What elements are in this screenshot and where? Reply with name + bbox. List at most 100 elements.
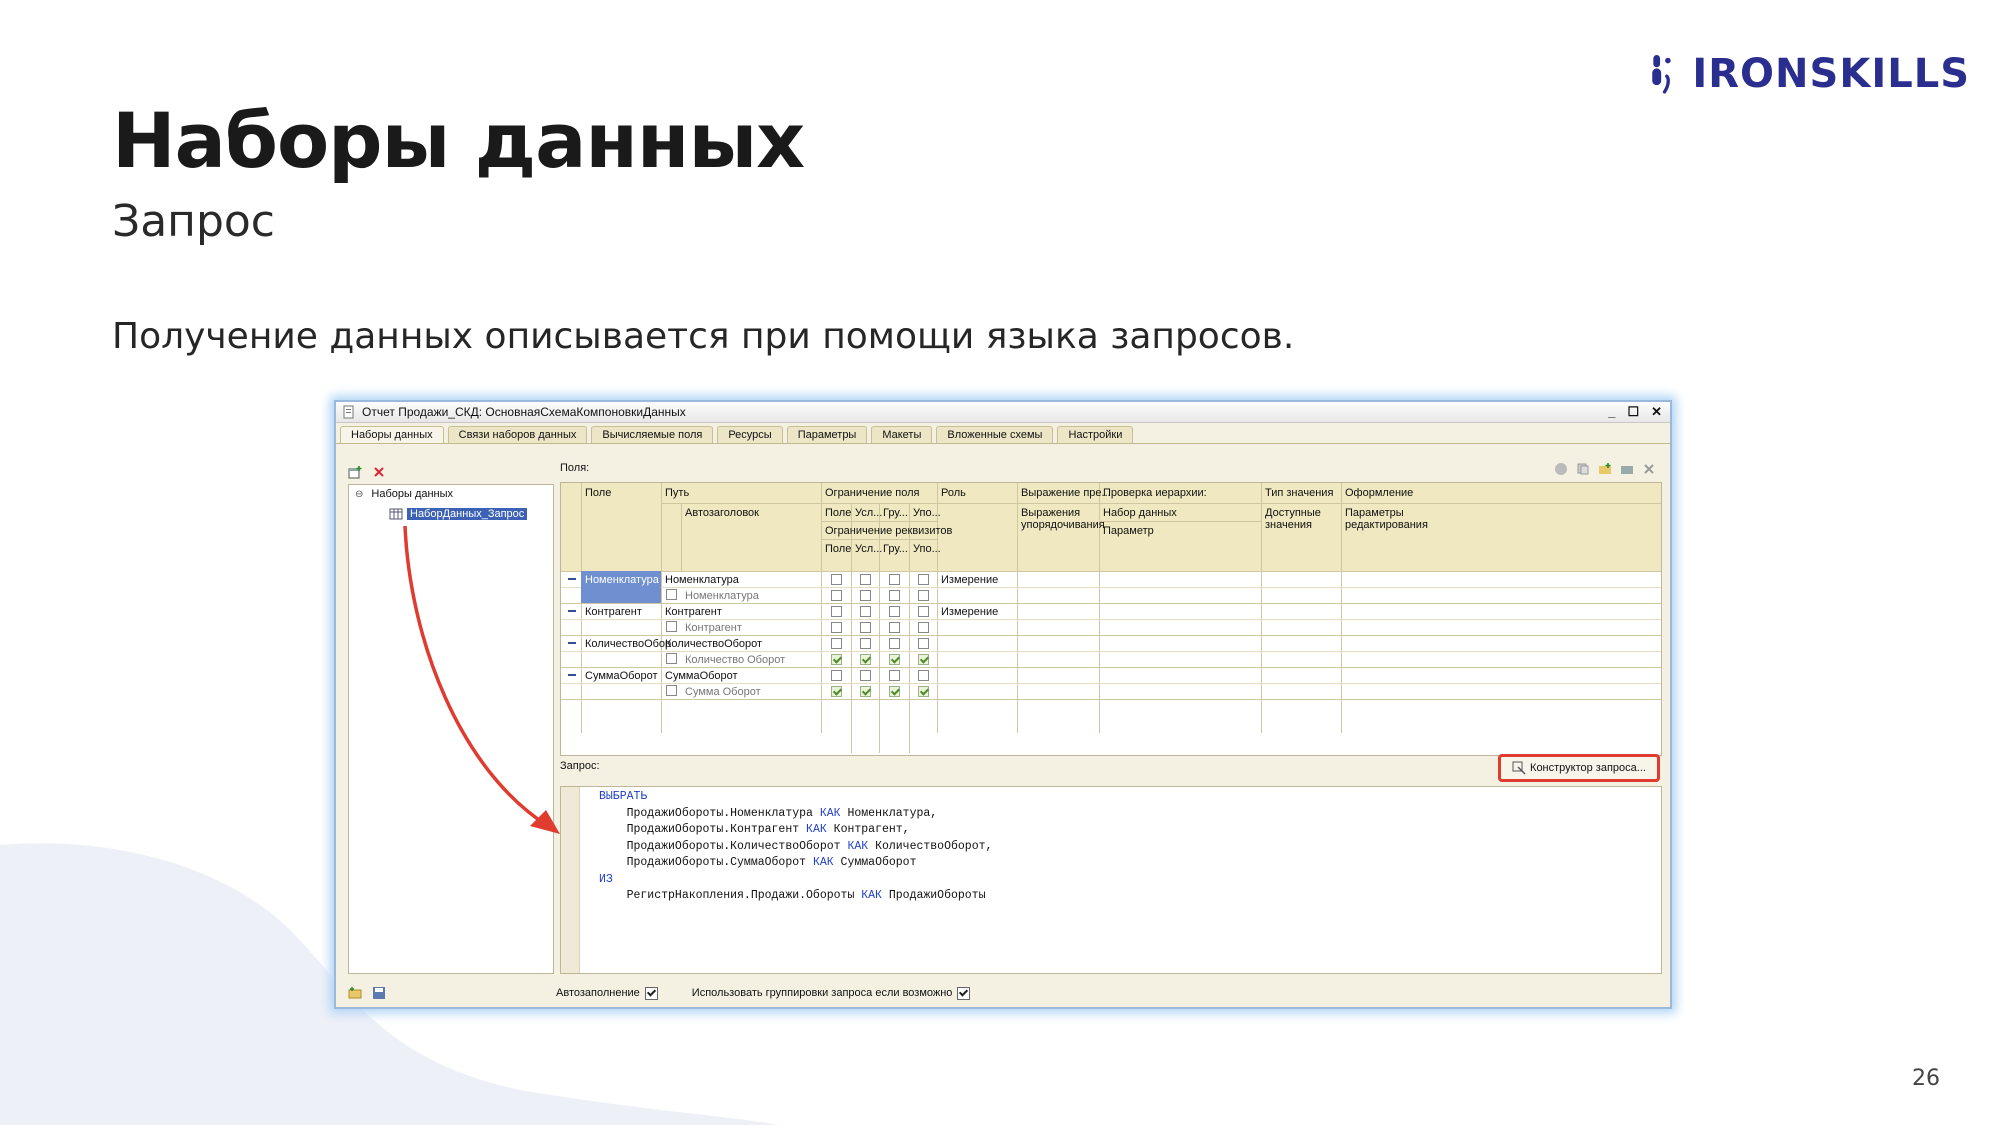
- restrict-cond-checkbox[interactable]: [860, 638, 871, 649]
- restrict-order-checkbox[interactable]: [918, 670, 929, 681]
- save-icon[interactable]: [372, 986, 386, 1000]
- tab-parameters[interactable]: Параметры: [786, 426, 868, 443]
- attr-group-checkbox[interactable]: [889, 686, 900, 697]
- autotitle-checkbox[interactable]: [666, 653, 677, 664]
- tree-root[interactable]: ⊖ Наборы данных: [349, 485, 553, 503]
- minimize-button[interactable]: _: [1608, 404, 1615, 420]
- restrict-group-checkbox[interactable]: [889, 606, 900, 617]
- tree-item-label: НаборДанных_Запрос: [407, 508, 528, 520]
- query-line: ИЗ: [599, 872, 992, 889]
- attr-cond-checkbox[interactable]: [860, 622, 871, 633]
- add-icon[interactable]: [1554, 462, 1568, 476]
- row-title[interactable]: Контрагент: [685, 622, 742, 634]
- row-title[interactable]: Сумма Оборот: [685, 686, 761, 698]
- restrict-group-checkbox[interactable]: [889, 638, 900, 649]
- tab-nested-schemas[interactable]: Вложенные схемы: [936, 426, 1054, 443]
- row-title[interactable]: Номенклатура: [685, 590, 759, 602]
- autotitle-checkbox[interactable]: [666, 685, 677, 696]
- query-line: ВЫБРАТЬ: [599, 789, 992, 806]
- query-text: ПродажиОбороты.СуммаОборот: [599, 856, 813, 869]
- tree-item-query-dataset[interactable]: НаборДанных_Запрос: [349, 505, 553, 523]
- attr-cond-checkbox[interactable]: [860, 686, 871, 697]
- add-folder-icon[interactable]: [1598, 462, 1612, 476]
- collapse-row-icon[interactable]: [568, 610, 576, 612]
- row-title[interactable]: Количество Оборот: [685, 654, 785, 666]
- attr-order-checkbox[interactable]: [918, 590, 929, 601]
- restrict-cond-checkbox[interactable]: [860, 574, 871, 585]
- restrict-order-checkbox[interactable]: [918, 606, 929, 617]
- query-text: ПродажиОбороты: [881, 889, 986, 902]
- table-icon: [389, 508, 403, 520]
- restrict-field-checkbox[interactable]: [831, 638, 842, 649]
- row-field[interactable]: КоличествоОбор: [585, 638, 671, 650]
- row-path[interactable]: КоличествоОборот: [665, 638, 762, 650]
- restrict-group-checkbox[interactable]: [889, 574, 900, 585]
- query-text: Номенклатура,: [840, 806, 938, 820]
- query-text-editor[interactable]: ВЫБРАТЬ ПродажиОбороты.Номенклатура КАК …: [560, 786, 1662, 974]
- tab-resources[interactable]: Ресурсы: [717, 426, 783, 443]
- close-button[interactable]: ✕: [1651, 404, 1662, 420]
- query-code[interactable]: ВЫБРАТЬ ПродажиОбороты.Номенклатура КАК …: [599, 789, 992, 905]
- row-role[interactable]: Измерение: [941, 606, 998, 618]
- header-field-restriction: Ограничение поля: [825, 487, 920, 499]
- attr-field-checkbox[interactable]: [831, 686, 842, 697]
- attr-cond-checkbox[interactable]: [860, 590, 871, 601]
- open-folder-icon[interactable]: [348, 986, 362, 1000]
- header-sub-group-2: Гру...: [883, 543, 908, 555]
- row-field[interactable]: СуммаОборот: [585, 670, 658, 682]
- query-line: ПродажиОбороты.Контрагент КАК Контрагент…: [599, 822, 992, 839]
- query-keyword: КАК: [847, 839, 869, 853]
- collapse-icon[interactable]: ⊖: [355, 489, 363, 500]
- attr-field-checkbox[interactable]: [831, 590, 842, 601]
- maximize-button[interactable]: ☐: [1627, 404, 1639, 420]
- restrict-cond-checkbox[interactable]: [860, 670, 871, 681]
- restrict-order-checkbox[interactable]: [918, 638, 929, 649]
- tab-dataset-links[interactable]: Связи наборов данных: [447, 426, 588, 443]
- attr-order-checkbox[interactable]: [918, 654, 929, 665]
- collapse-row-icon[interactable]: [568, 578, 576, 580]
- row-field[interactable]: Контрагент: [585, 606, 642, 618]
- restrict-field-checkbox[interactable]: [831, 670, 842, 681]
- attr-field-checkbox[interactable]: [831, 654, 842, 665]
- collapse-row-icon[interactable]: [568, 642, 576, 644]
- query-text: КоличествоОборот,: [868, 839, 993, 853]
- use-grouping-checkbox[interactable]: [957, 986, 971, 1000]
- autotitle-checkbox[interactable]: [666, 589, 677, 600]
- tab-templates[interactable]: Макеты: [871, 426, 933, 443]
- query-builder-button[interactable]: Конструктор запроса...: [1498, 754, 1660, 782]
- attr-cond-checkbox[interactable]: [860, 654, 871, 665]
- restrict-cond-checkbox[interactable]: [860, 606, 871, 617]
- attr-group-checkbox[interactable]: [889, 622, 900, 633]
- use-grouping-label: Использовать группировки запроса если во…: [691, 987, 953, 999]
- tab-datasets[interactable]: Наборы данных: [340, 426, 444, 443]
- attr-group-checkbox[interactable]: [889, 654, 900, 665]
- row-path[interactable]: Контрагент: [665, 606, 722, 618]
- attr-field-checkbox[interactable]: [831, 622, 842, 633]
- restrict-group-checkbox[interactable]: [889, 670, 900, 681]
- copy-icon[interactable]: [1576, 462, 1590, 476]
- delete-icon[interactable]: [372, 465, 386, 479]
- row-role[interactable]: Измерение: [941, 574, 998, 586]
- attr-order-checkbox[interactable]: [918, 686, 929, 697]
- add-dataset-icon[interactable]: [348, 465, 362, 479]
- tab-calculated-fields[interactable]: Вычисляемые поля: [591, 426, 714, 443]
- row-field[interactable]: Номенклатура: [585, 574, 659, 586]
- remove-icon[interactable]: [1642, 462, 1656, 476]
- collapse-row-icon[interactable]: [568, 674, 576, 676]
- tab-settings[interactable]: Настройки: [1057, 426, 1134, 443]
- restrict-order-checkbox[interactable]: [918, 574, 929, 585]
- autotitle-checkbox[interactable]: [666, 621, 677, 632]
- header-edit-params: Параметры редактирования: [1345, 507, 1428, 531]
- row-path[interactable]: Номенклатура: [665, 574, 739, 586]
- attr-group-checkbox[interactable]: [889, 590, 900, 601]
- folder-icon[interactable]: [1620, 462, 1634, 476]
- restrict-field-checkbox[interactable]: [831, 606, 842, 617]
- header-hier-check: Проверка иерархии:: [1103, 487, 1207, 499]
- autofill-checkbox[interactable]: [644, 986, 658, 1000]
- row-path[interactable]: СуммаОборот: [665, 670, 738, 682]
- attr-order-checkbox[interactable]: [918, 622, 929, 633]
- header-dataset: Набор данных: [1103, 507, 1177, 519]
- restrict-field-checkbox[interactable]: [831, 574, 842, 585]
- query-text: ПродажиОбороты.Номенклатура: [599, 806, 820, 820]
- query-keyword: ВЫБРАТЬ: [599, 790, 648, 803]
